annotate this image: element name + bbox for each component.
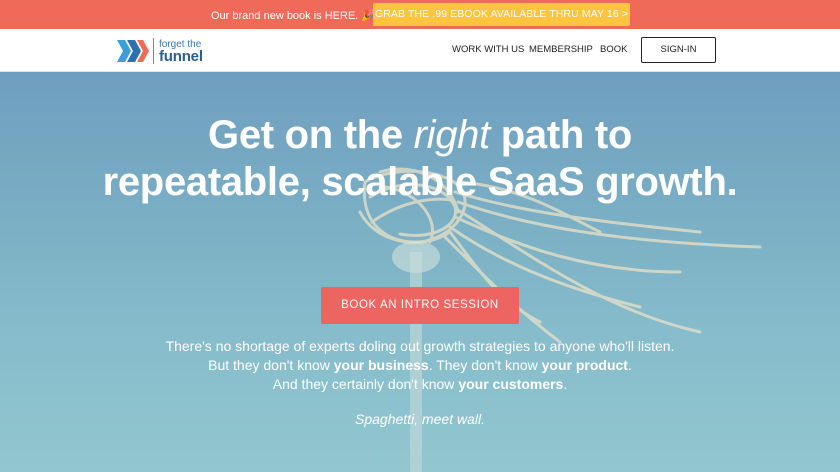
site-header: forget the funnel WORK WITH US MEMBERSHI… bbox=[0, 29, 840, 72]
hero-section: Get on the right path to repeatable, sca… bbox=[0, 72, 840, 472]
forget-the-funnel-logo[interactable]: forget the funnel bbox=[117, 35, 217, 67]
ebook-promo-button[interactable]: GRAB THE .99 EBOOK AVAILABLE THRU MAY 16… bbox=[373, 3, 630, 26]
hero-body-copy: There's no shortage of experts doling ou… bbox=[130, 337, 710, 394]
sign-in-button[interactable]: SIGN-IN bbox=[641, 37, 716, 63]
headline-italic-word: right bbox=[413, 113, 491, 157]
nav-work-with-us[interactable]: WORK WITH US bbox=[452, 44, 524, 55]
body-line-3: And they certainly don't know your custo… bbox=[272, 376, 568, 392]
book-intro-session-button[interactable]: BOOK AN INTRO SESSION bbox=[321, 287, 519, 324]
promo-bar: Our brand new book is HERE. 🎉 GRAB THE .9… bbox=[0, 0, 840, 29]
body-line-1: There's no shortage of experts doling ou… bbox=[165, 338, 675, 354]
hero-headline: Get on the right path to repeatable, sca… bbox=[100, 112, 740, 206]
logo-text-bottom: funnel bbox=[159, 48, 203, 65]
promo-text: Our brand new book is HERE. 🎉 bbox=[211, 9, 375, 22]
hero-tagline: Spaghetti, meet wall. bbox=[355, 411, 485, 427]
nav-book[interactable]: BOOK bbox=[600, 44, 627, 55]
promo-message: Our brand new book is HERE. bbox=[211, 10, 359, 22]
nav-membership[interactable]: MEMBERSHIP bbox=[529, 44, 593, 55]
logo-divider bbox=[153, 38, 154, 64]
headline-text-start: Get on the bbox=[208, 113, 403, 157]
chevrons-logo-icon bbox=[117, 40, 149, 62]
body-line-2: But they don't know your business. They … bbox=[208, 357, 632, 373]
